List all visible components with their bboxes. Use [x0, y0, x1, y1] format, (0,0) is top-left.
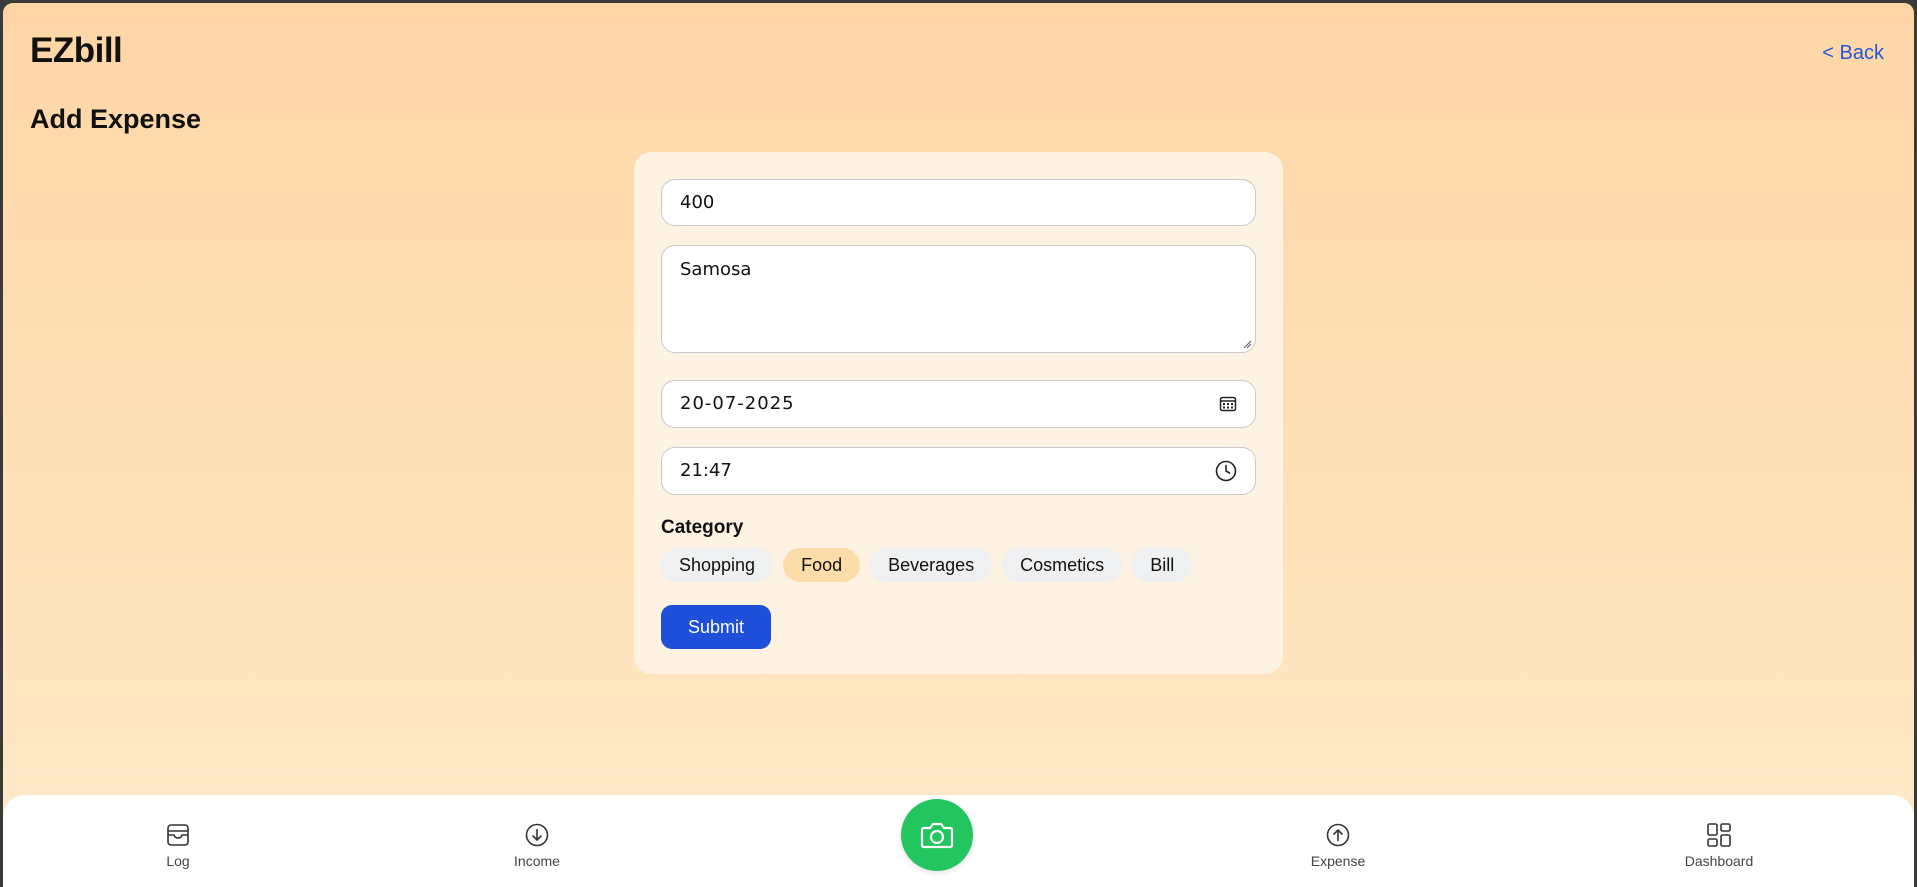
app-logo: EZbill	[30, 31, 123, 70]
time-value: 21:47	[680, 460, 732, 481]
submit-button[interactable]: Submit	[661, 605, 771, 649]
nav-label-income: Income	[514, 853, 560, 869]
amount-input[interactable]: 400	[661, 179, 1256, 226]
arrow-down-circle-icon	[525, 823, 549, 847]
category-chip-beverages[interactable]: Beverages	[870, 548, 993, 582]
category-chip-bill[interactable]: Bill	[1132, 548, 1193, 582]
time-input[interactable]: 21:47	[661, 447, 1256, 495]
calendar-icon[interactable]	[1219, 395, 1237, 413]
resize-handle-icon[interactable]	[1242, 339, 1252, 349]
date-input[interactable]: 20-07-2025	[661, 380, 1256, 428]
page-title: Add Expense	[30, 104, 202, 134]
nav-label-log: Log	[166, 853, 190, 869]
description-textarea[interactable]: Samosa	[661, 245, 1256, 353]
back-link[interactable]: < Back	[1822, 42, 1884, 65]
arrow-up-circle-icon	[1326, 823, 1350, 847]
expense-form-card: 400 Samosa 20-07-2025 21:47 Category Sho…	[634, 152, 1283, 674]
description-text: Samosa	[680, 259, 752, 280]
category-chip-food[interactable]: Food	[783, 548, 861, 582]
nav-item-income[interactable]: Income	[477, 822, 597, 869]
camera-icon	[920, 822, 954, 849]
app-window: EZbill < Back Add Expense 400 Samosa 20-…	[3, 3, 1914, 887]
dashboard-grid-icon	[1707, 823, 1731, 847]
category-label: Category	[661, 517, 744, 538]
nav-label-dashboard: Dashboard	[1684, 853, 1754, 869]
bottom-navigation: Log Income Expense Dashboard	[3, 795, 1914, 887]
clock-icon[interactable]	[1215, 460, 1237, 482]
nav-item-log[interactable]: Log	[118, 822, 238, 869]
category-chip-cosmetics[interactable]: Cosmetics	[1002, 548, 1123, 582]
nav-label-expense: Expense	[1310, 853, 1366, 869]
date-value: 20-07-2025	[680, 393, 795, 414]
category-chip-group: Shopping Food Beverages Cosmetics Bill	[661, 548, 1193, 582]
nav-item-expense[interactable]: Expense	[1278, 822, 1398, 869]
category-chip-shopping[interactable]: Shopping	[661, 548, 774, 582]
camera-button[interactable]	[901, 799, 973, 871]
inbox-icon	[167, 824, 189, 846]
nav-item-dashboard[interactable]: Dashboard	[1659, 822, 1779, 869]
